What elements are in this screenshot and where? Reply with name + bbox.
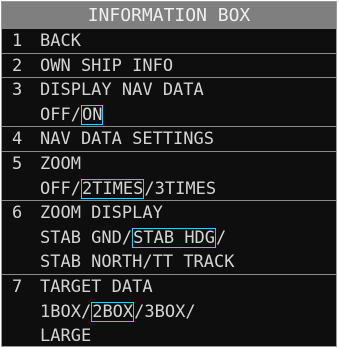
option-separator: /	[80, 301, 92, 322]
option-3times[interactable]: 3TIMES	[155, 179, 216, 199]
menu-item-zoom[interactable]: 5 ZOOM	[2, 152, 336, 177]
menu-item-back[interactable]: 1 BACK	[2, 29, 336, 54]
menu-item-zoom-display[interactable]: 6 ZOOM DISPLAY	[2, 201, 336, 226]
menu-item-label: NAV DATA SETTINGS	[40, 129, 214, 150]
zoom-options: OFF/2TIMES/3TIMES	[2, 177, 336, 202]
option-separator: /	[70, 178, 81, 199]
option-separator: /	[185, 301, 196, 322]
menu-item-display-nav-data[interactable]: 3 DISPLAY NAV DATA	[2, 78, 336, 103]
option-1box[interactable]: 1BOX	[40, 302, 81, 322]
option-off[interactable]: OFF	[40, 179, 71, 199]
menu-item-number: 1	[12, 31, 23, 51]
menu-item-number: 2	[12, 55, 23, 76]
menu-item-number: 6	[12, 203, 23, 224]
option-tt-track[interactable]: TT TRACK	[153, 252, 235, 272]
menu-item-label: ZOOM DISPLAY	[40, 203, 163, 224]
option-stab-hdg-selected[interactable]: STAB HDG	[132, 227, 217, 248]
option-stab-north[interactable]: STAB NORTH	[40, 252, 142, 272]
menu-item-label: ZOOM	[40, 153, 81, 174]
option-on-selected[interactable]: ON	[80, 104, 104, 125]
menu-item-label: TARGET DATA	[40, 276, 153, 297]
menu-item-label: DISPLAY NAV DATA	[40, 80, 204, 101]
menu-item-label: OWN SHIP INFO	[40, 55, 174, 76]
menu-item-number: 3	[12, 80, 23, 101]
option-separator: /	[70, 104, 81, 125]
menu-items: 1 BACK 2 OWN SHIP INFO 3 DISPLAY NAV DATA O…	[2, 29, 336, 346]
option-stab-gnd[interactable]: STAB GND	[40, 228, 122, 248]
menu-item-target-data[interactable]: 7 TARGET DATA	[2, 275, 336, 300]
target-data-options-line2: LARGE	[2, 324, 336, 346]
menu-item-nav-data-settings[interactable]: 4 NAV DATA SETTINGS	[2, 127, 336, 152]
option-2box-selected[interactable]: 2BOX	[91, 301, 135, 322]
display-nav-data-options: OFF/ON	[2, 103, 336, 128]
menu-item-own-ship-info[interactable]: 2 OWN SHIP INFO	[2, 54, 336, 79]
option-separator: /	[121, 227, 133, 248]
target-data-options-line1: 1BOX/2BOX/3BOX/	[2, 300, 336, 325]
option-separator: /	[216, 227, 227, 248]
option-off[interactable]: OFF	[40, 105, 71, 125]
option-large[interactable]: LARGE	[40, 326, 91, 346]
menu-title: INFORMATION BOX	[2, 2, 336, 29]
zoom-display-options-line1: STAB GND/STAB HDG/	[2, 226, 336, 251]
menu-item-number: 4	[12, 129, 23, 150]
information-box-menu: INFORMATION BOX 1 BACK 2 OWN SHIP INFO 3 DI…	[1, 1, 337, 347]
zoom-display-options-line2: STAB NORTH/TT TRACK	[2, 250, 336, 275]
option-3box[interactable]: 3BOX	[144, 302, 185, 322]
menu-item-number: 5	[12, 153, 23, 174]
option-separator: /	[134, 301, 145, 322]
option-2times-selected[interactable]: 2TIMES	[80, 178, 145, 199]
menu-item-label: BACK	[40, 31, 81, 51]
option-separator: /	[144, 178, 155, 199]
menu-item-number: 7	[12, 276, 23, 297]
option-separator: /	[142, 252, 153, 273]
